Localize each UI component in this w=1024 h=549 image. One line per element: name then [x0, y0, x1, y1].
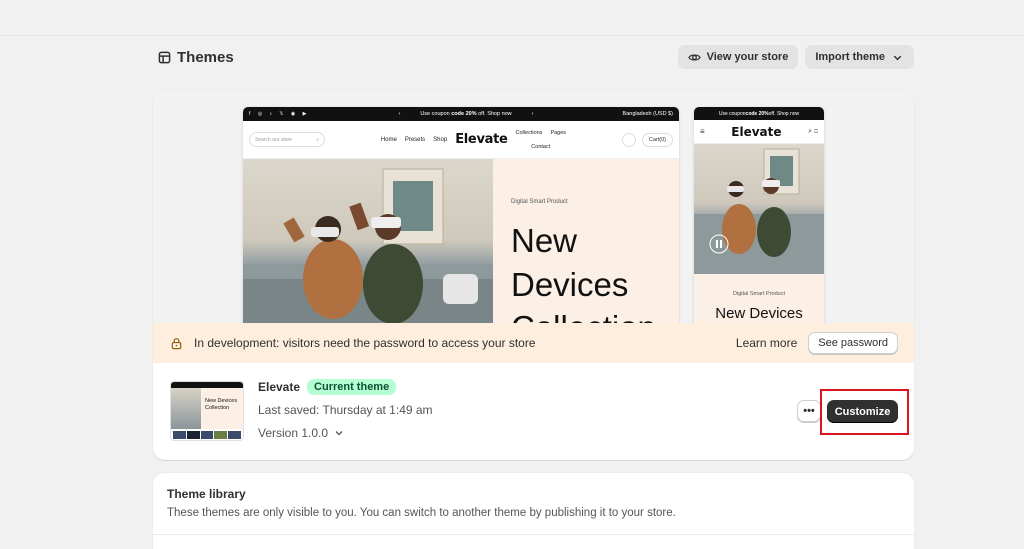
customize-button[interactable]: Customize	[827, 400, 898, 423]
import-theme-button[interactable]: Import theme	[805, 45, 914, 69]
dev-banner-actions: Learn more See password	[733, 332, 898, 354]
learn-more-link[interactable]: Learn more	[733, 336, 800, 350]
desktop-menu-right: Collections Pages Contact	[516, 130, 567, 150]
hero-image	[243, 159, 493, 323]
hero-small-text: Digital Smart Product	[511, 199, 568, 205]
region-selector: Bangladesh (USD $)	[622, 111, 673, 117]
mobile-announcement-code: code 20%	[745, 110, 769, 117]
theme-name: Elevate	[258, 380, 301, 394]
desktop-announcement-bar: f ◎ ♪ 𝕏 ◉ ▶ ‹ Use coupon code 20% off. S…	[243, 107, 679, 121]
theme-library-title: Theme library	[167, 487, 246, 501]
desktop-announcement: ‹ Use coupon code 20% off. Shop now ›	[398, 111, 534, 117]
dev-banner-message: In development: visitors need the passwo…	[194, 336, 536, 350]
theme-info: Elevate Current theme Last saved: Thursd…	[258, 379, 433, 440]
menu-icon: ≡	[700, 127, 705, 136]
vr-scene-illustration	[243, 168, 493, 323]
desktop-preview: f ◎ ♪ 𝕏 ◉ ▶ ‹ Use coupon code 20% off. S…	[243, 107, 679, 323]
current-theme-badge: Current theme	[307, 379, 397, 395]
mobile-preview: Use coupon code 20% off. Shop now ≡ Elev…	[694, 107, 824, 323]
theme-icon	[158, 51, 171, 63]
nav-home: Home	[380, 136, 397, 143]
desktop-actions: Cart(0)	[621, 132, 673, 147]
desktop-hero-text: Digital Smart Product New Devices Collec…	[493, 159, 679, 323]
search-icon: ⌕	[316, 136, 319, 143]
dev-banner-message-wrap: In development: visitors need the passwo…	[170, 336, 536, 350]
title-wrap: Themes	[158, 49, 234, 66]
theme-library-description: These themes are only visible to you. Yo…	[167, 507, 676, 519]
desktop-hero: Digital Smart Product New Devices Collec…	[243, 159, 679, 323]
page-title: Themes	[177, 48, 234, 66]
view-store-button[interactable]: View your store	[677, 45, 799, 69]
search-placeholder: Search our store	[255, 136, 292, 143]
thumb-heading: New Devices Collection	[201, 388, 243, 429]
nav-presets: Presets	[404, 136, 426, 143]
version-selector[interactable]: Version 1.0.0	[258, 426, 433, 440]
announcement-post: off. Shop now	[476, 111, 512, 117]
mobile-hero-small: Digital Smart Product	[733, 291, 785, 297]
announcement-code: code 20%	[451, 111, 477, 117]
thumb-product-strip	[171, 429, 243, 440]
theme-thumbnail: New Devices Collection	[170, 381, 244, 441]
desktop-nav: Search our store ⌕ Home Presets Shop Ele…	[243, 121, 679, 159]
mobile-hero-text: Digital Smart Product New Devices	[694, 274, 824, 323]
nav-collections: Collections	[515, 129, 543, 136]
theme-preview[interactable]: f ◎ ♪ 𝕏 ◉ ▶ ‹ Use coupon code 20% off. S…	[153, 90, 914, 323]
mobile-announcement-bar: Use coupon code 20% off. Shop now	[694, 107, 824, 120]
version-label: Version 1.0.0	[258, 426, 329, 440]
view-store-label: View your store	[706, 51, 789, 63]
mobile-icons: ⌕ ◻	[808, 127, 818, 135]
desktop-menu: Home Presets Shop Elevate Collections Pa…	[381, 130, 566, 150]
theme-library-card: Theme library These themes are only visi…	[153, 473, 914, 549]
eye-icon	[687, 53, 701, 61]
thumb-body: New Devices Collection	[171, 388, 243, 429]
mobile-logo: Elevate	[731, 124, 782, 139]
top-bar	[0, 0, 1024, 36]
page-header: Themes View your store Import theme	[158, 44, 914, 70]
import-theme-label: Import theme	[815, 51, 885, 63]
see-password-button[interactable]: See password	[808, 332, 898, 354]
mobile-announcement-pre: Use coupon	[718, 110, 746, 117]
nav-shop: Shop	[433, 136, 448, 143]
nav-contact: Contact	[531, 143, 551, 150]
account-icon	[621, 132, 636, 147]
cart-button: Cart(0)	[641, 132, 673, 147]
divider	[153, 534, 914, 535]
header-actions: View your store Import theme	[677, 45, 914, 69]
current-theme-row: New Devices Collection Elevate Current t…	[153, 363, 914, 460]
mobile-hero-image	[694, 144, 824, 274]
mobile-announcement-post: off. Shop now	[768, 110, 800, 117]
social-icons: f ◎ ♪ 𝕏 ◉ ▶	[249, 111, 310, 117]
last-saved: Last saved: Thursday at 1:49 am	[258, 403, 433, 417]
thumb-image	[171, 388, 201, 429]
current-theme-card: f ◎ ♪ 𝕏 ◉ ▶ ‹ Use coupon code 20% off. S…	[153, 90, 914, 460]
mobile-hero-heading: New Devices	[715, 305, 803, 322]
mobile-nav: ≡ Elevate ⌕ ◻	[694, 120, 824, 144]
more-actions-button[interactable]: •••	[797, 400, 821, 422]
desktop-logo: Elevate	[455, 132, 508, 147]
announcement-pre: Use coupon	[420, 111, 452, 117]
nav-pages: Pages	[550, 129, 567, 136]
lock-icon	[171, 337, 182, 349]
theme-name-row: Elevate Current theme	[258, 379, 433, 395]
chevron-down-icon	[335, 431, 343, 436]
mobile-vr-scene-illustration	[694, 148, 824, 274]
hero-heading: New Devices Collection	[511, 222, 656, 323]
desktop-search: Search our store ⌕	[249, 132, 325, 147]
chevron-down-icon	[893, 55, 902, 60]
development-banner: In development: visitors need the passwo…	[153, 323, 914, 363]
